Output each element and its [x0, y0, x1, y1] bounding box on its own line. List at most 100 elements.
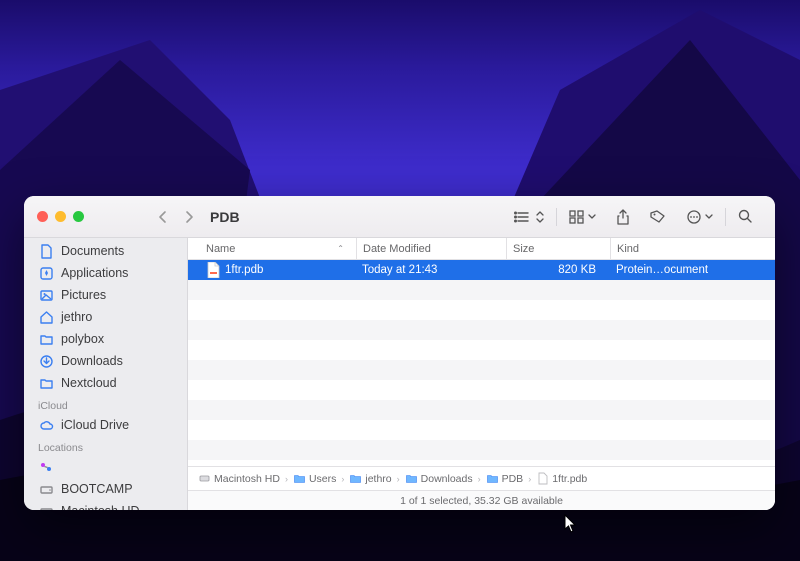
- tag-icon: [650, 210, 666, 224]
- document-icon: [38, 243, 54, 259]
- chevron-down-icon: [705, 214, 713, 220]
- file-icon: [206, 262, 220, 278]
- titlebar: PDB: [24, 196, 775, 238]
- more-button[interactable]: [676, 204, 723, 230]
- zoom-button[interactable]: [73, 211, 84, 222]
- sidebar-item-label: Macintosh HD: [61, 504, 140, 510]
- share-icon: [616, 209, 630, 225]
- file-list[interactable]: 1ftr.pdb Today at 21:43 820 KB Protein…o…: [188, 260, 775, 466]
- path-segment[interactable]: PDB: [486, 472, 524, 485]
- column-header-size[interactable]: Size: [506, 238, 610, 259]
- sidebar-item[interactable]: Documents: [24, 240, 187, 262]
- sidebar-item-label: BOOTCAMP: [61, 482, 133, 496]
- sidebar-item[interactable]: Nextcloud: [24, 372, 187, 394]
- sidebar-item[interactable]: BOOTCAMP: [24, 478, 187, 500]
- path-segment[interactable]: Users: [293, 472, 336, 485]
- file-row[interactable]: 1ftr.pdb Today at 21:43 820 KB Protein…o…: [188, 260, 775, 280]
- group-by-button[interactable]: [559, 204, 606, 230]
- navigation: PDB: [152, 206, 240, 228]
- path-separator-icon: ›: [396, 474, 401, 484]
- sidebar-item-label: Downloads: [61, 354, 123, 368]
- path-separator-icon: ›: [477, 474, 482, 484]
- app-icon: [38, 265, 54, 281]
- path-separator-icon: ›: [527, 474, 532, 484]
- sidebar-item-label: Applications: [61, 266, 128, 280]
- file-date: Today at 21:43: [356, 264, 506, 276]
- disk-icon: [38, 481, 54, 497]
- list-view-icon: [514, 210, 532, 224]
- path-segment-label: PDB: [502, 473, 524, 485]
- folder-icon: [38, 331, 54, 347]
- window-controls: [24, 211, 97, 222]
- sidebar-item[interactable]: Macintosh HD: [24, 500, 187, 510]
- file-name: 1ftr.pdb: [225, 264, 263, 276]
- path-segment[interactable]: Macintosh HD: [198, 472, 280, 485]
- minimize-button[interactable]: [55, 211, 66, 222]
- finder-window: PDB: [24, 196, 775, 510]
- ellipsis-icon: [686, 210, 702, 224]
- empty-row: [188, 440, 775, 460]
- sidebar-item-label: Pictures: [61, 288, 106, 302]
- folder-icon: [405, 472, 418, 485]
- sidebar-item[interactable]: Downloads: [24, 350, 187, 372]
- search-button[interactable]: [728, 204, 763, 230]
- column-header-date[interactable]: Date Modified: [356, 238, 506, 259]
- forward-button[interactable]: [178, 206, 200, 228]
- search-icon: [738, 209, 753, 224]
- sidebar-item-label: iCloud Drive: [61, 418, 129, 432]
- path-segment-label: jethro: [365, 473, 391, 485]
- pictures-icon: [38, 287, 54, 303]
- column-header-kind[interactable]: Kind: [610, 238, 775, 259]
- status-bar: 1 of 1 selected, 35.32 GB available: [188, 490, 775, 510]
- sidebar-section-icloud: iCloud: [24, 394, 187, 414]
- share-button[interactable]: [606, 204, 640, 230]
- column-header-kind-label: Kind: [617, 243, 639, 255]
- file-kind: Protein…ocument: [610, 264, 775, 276]
- column-header-size-label: Size: [513, 243, 534, 255]
- empty-row: [188, 300, 775, 320]
- sidebar-item[interactable]: Applications: [24, 262, 187, 284]
- file-icon: [536, 472, 549, 485]
- empty-row: [188, 380, 775, 400]
- disk-icon: [198, 472, 211, 485]
- folder-icon: [38, 375, 54, 391]
- sidebar-item[interactable]: [24, 456, 187, 478]
- column-header-date-label: Date Modified: [363, 243, 431, 255]
- path-segment-label: Macintosh HD: [214, 473, 280, 485]
- grid-icon: [569, 210, 585, 224]
- path-segment[interactable]: Downloads: [405, 472, 473, 485]
- path-segment-label: Downloads: [421, 473, 473, 485]
- close-button[interactable]: [37, 211, 48, 222]
- tags-button[interactable]: [640, 204, 676, 230]
- sidebar-item[interactable]: iCloud Drive: [24, 414, 187, 436]
- sort-ascending-icon: ⌃: [337, 244, 350, 253]
- empty-row: [188, 280, 775, 300]
- home-icon: [38, 309, 54, 325]
- view-mode-button[interactable]: [504, 204, 554, 230]
- status-text: 1 of 1 selected, 35.32 GB available: [400, 495, 563, 507]
- folder-icon: [486, 472, 499, 485]
- updown-icon: [536, 211, 544, 223]
- empty-row: [188, 420, 775, 440]
- path-segment-label: 1ftr.pdb: [552, 473, 587, 485]
- path-segment[interactable]: jethro: [349, 472, 391, 485]
- column-header-name-label: Name: [206, 243, 235, 255]
- column-header-name[interactable]: Name ⌃: [200, 238, 356, 259]
- download-icon: [38, 353, 54, 369]
- path-bar: Macintosh HD›Users›jethro›Downloads›PDB›…: [188, 466, 775, 490]
- disk-icon: [38, 503, 54, 510]
- folder-icon: [349, 472, 362, 485]
- empty-row: [188, 400, 775, 420]
- sidebar-item[interactable]: Pictures: [24, 284, 187, 306]
- path-separator-icon: ›: [284, 474, 289, 484]
- sidebar-section-locations: Locations: [24, 436, 187, 456]
- sidebar-item[interactable]: jethro: [24, 306, 187, 328]
- empty-row: [188, 340, 775, 360]
- sidebar-item[interactable]: polybox: [24, 328, 187, 350]
- back-button[interactable]: [152, 206, 174, 228]
- sidebar-item-label: jethro: [61, 310, 92, 324]
- path-separator-icon: ›: [340, 474, 345, 484]
- path-segment[interactable]: 1ftr.pdb: [536, 472, 587, 485]
- cloud-icon: [38, 417, 54, 433]
- path-segment-label: Users: [309, 473, 336, 485]
